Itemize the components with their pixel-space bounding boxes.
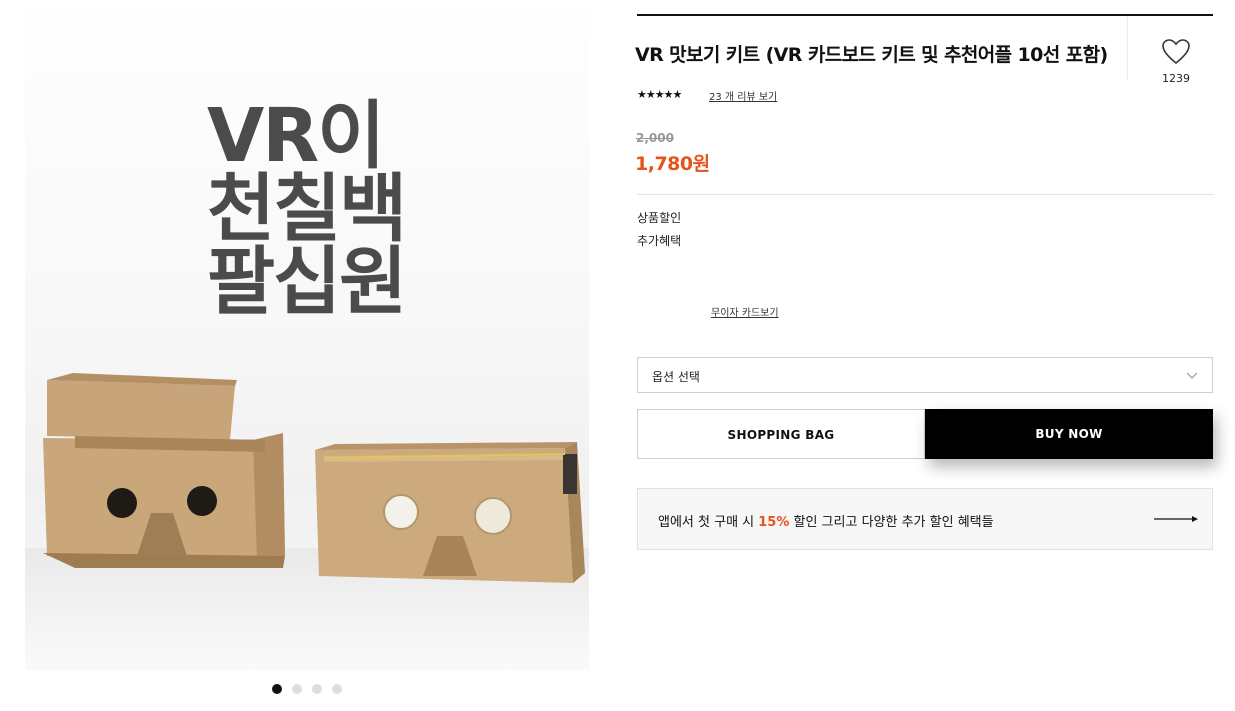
rating-stars: ★★★★★ — [637, 88, 682, 101]
sale-price: 1,780원 — [635, 153, 710, 175]
option-select-label: 옵션 선택 — [652, 370, 700, 384]
review-link[interactable]: 23 개 리뷰 보기 — [709, 88, 777, 103]
extra-benefit-label: 추가혜택 — [637, 234, 682, 248]
product-title: VR 맛보기 키트 (VR 카드보드 키트 및 추천어플 10선 포함) — [635, 44, 1108, 66]
product-image[interactable]: VR이 천칠백 팔십원 — [25, 8, 589, 670]
promo-highlight: 15% — [758, 515, 790, 530]
gallery-dot-2[interactable] — [292, 684, 302, 694]
gallery-dot-3[interactable] — [312, 684, 322, 694]
cardboard-viewer-left — [43, 373, 285, 568]
promo-text: 앱에서 첫 구매 시 15% 할인 그리고 다양한 추가 할인 혜택들 — [658, 511, 994, 530]
cardboard-viewer-illustration — [43, 373, 585, 583]
option-select[interactable]: 옵션 선택 — [637, 357, 1213, 393]
promo-text-after: 할인 그리고 다양한 추가 할인 혜택들 — [789, 515, 994, 530]
gallery-dot-1[interactable] — [272, 684, 282, 694]
gallery-dot-4[interactable] — [332, 684, 342, 694]
product-discount-label: 상품할인 — [637, 211, 682, 225]
card-installment-link[interactable]: 무이자 카드보기 — [711, 304, 779, 319]
chevron-down-icon — [1186, 372, 1198, 379]
price-divider — [637, 194, 1214, 195]
buy-now-button[interactable]: BUY NOW — [925, 409, 1213, 459]
gallery-pagination — [272, 684, 342, 694]
arrow-right-icon — [1154, 516, 1198, 522]
like-count: 1239 — [1162, 72, 1190, 85]
wishlist-separator — [1127, 16, 1128, 81]
shopping-bag-button[interactable]: SHOPPING BAG — [637, 409, 925, 459]
heart-outline-icon[interactable] — [1161, 38, 1191, 66]
app-promo-banner[interactable]: 앱에서 첫 구매 시 15% 할인 그리고 다양한 추가 할인 혜택들 — [637, 488, 1213, 550]
promo-text-before: 앱에서 첫 구매 시 — [658, 515, 759, 530]
cardboard-viewer-right — [315, 442, 585, 583]
original-price: 2,000 — [636, 131, 674, 145]
